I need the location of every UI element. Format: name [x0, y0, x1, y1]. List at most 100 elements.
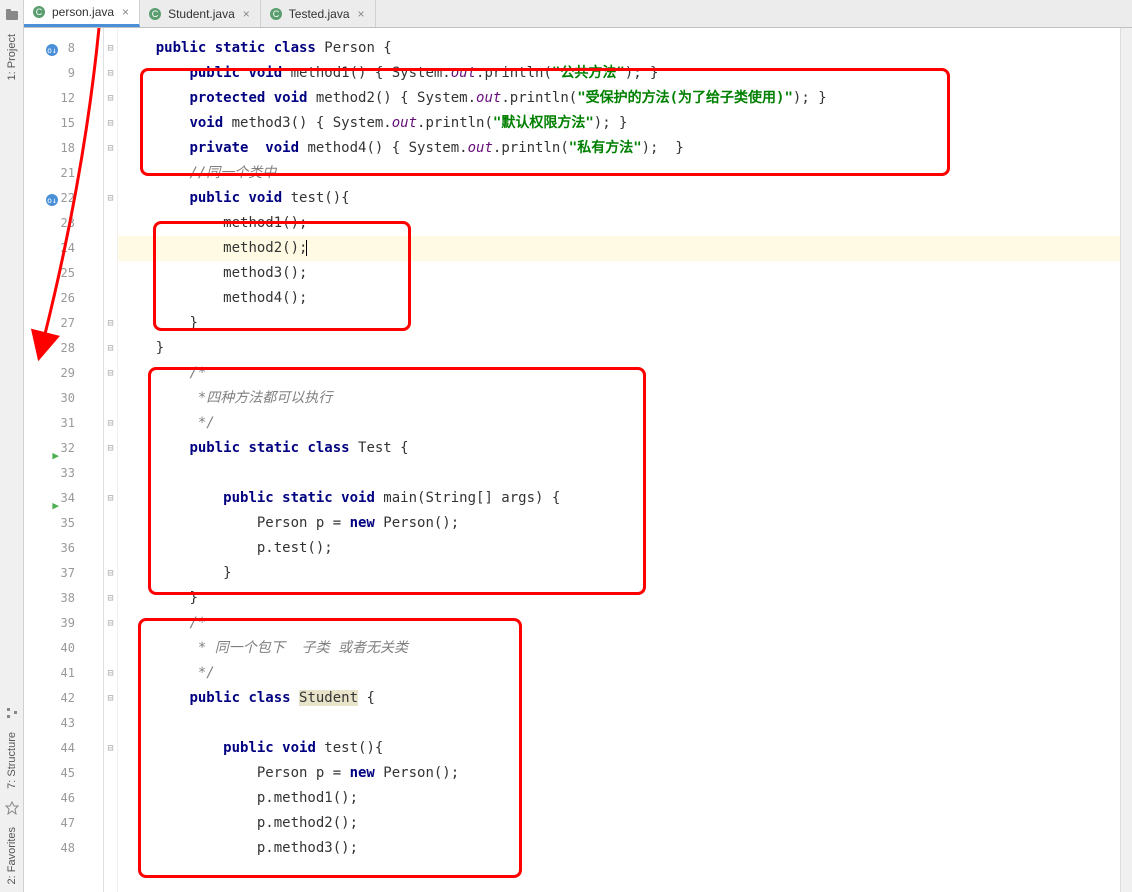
line-number: 15: [24, 111, 103, 136]
tab-label: person.java: [52, 5, 114, 19]
line-number-gutter: 8o↓ 9 12 15 18 21 22o↓ 23 24 25 26 27 28…: [24, 28, 104, 892]
fold-marker[interactable]: ⊟: [104, 36, 117, 61]
fold-column: ⊟ ⊟ ⊟ ⊟ ⊟ ⊟ ⊟ ⊟ ⊟ ⊟ ⊟ ⊟ ⊟ ⊟ ⊟ ⊟ ⊟ ⊟: [104, 28, 118, 892]
code-line: public void test(){: [118, 736, 1120, 761]
editor-tabs: C person.java × C Student.java × C Teste…: [24, 0, 1132, 28]
code-line: [118, 711, 1120, 736]
close-icon[interactable]: ×: [356, 7, 367, 21]
fold-marker[interactable]: ⊟: [104, 111, 117, 136]
override-icon[interactable]: o↓: [45, 191, 59, 205]
fold-marker[interactable]: ⊟: [104, 411, 117, 436]
fold-marker[interactable]: ⊟: [104, 86, 117, 111]
text-cursor: [306, 240, 307, 256]
svg-text:o↓: o↓: [47, 196, 57, 205]
svg-text:C: C: [36, 7, 43, 17]
close-icon[interactable]: ×: [120, 5, 131, 19]
line-number: 22o↓: [24, 186, 103, 211]
tab-tested[interactable]: C Tested.java ×: [261, 0, 376, 27]
tab-person[interactable]: C person.java ×: [24, 0, 140, 27]
line-number: 8o↓: [24, 36, 103, 61]
line-number: 18: [24, 136, 103, 161]
code-line: }: [118, 336, 1120, 361]
line-number: 29: [24, 361, 103, 386]
svg-text:o↓: o↓: [47, 46, 57, 55]
code-line: p.method2();: [118, 811, 1120, 836]
svg-text:C: C: [273, 9, 280, 19]
code-line: public void method1() { System.out.print…: [118, 61, 1120, 86]
fold-marker[interactable]: ⊟: [104, 186, 117, 211]
code-line-current: method2();: [118, 236, 1120, 261]
fold-marker[interactable]: ⊟: [104, 586, 117, 611]
code-line: void method3() { System.out.println("默认权…: [118, 111, 1120, 136]
code-line: private void method4() { System.out.prin…: [118, 136, 1120, 161]
fold-marker[interactable]: ⊟: [104, 61, 117, 86]
vertical-scrollbar[interactable]: [1120, 28, 1132, 892]
code-line: p.method1();: [118, 786, 1120, 811]
code-line: public static class Test {: [118, 436, 1120, 461]
favorites-tool-icon: [5, 801, 19, 815]
code-line: /*: [118, 361, 1120, 386]
line-number: 40: [24, 636, 103, 661]
fold-marker[interactable]: ⊟: [104, 361, 117, 386]
code-line: }: [118, 586, 1120, 611]
line-number: 24: [24, 236, 103, 261]
fold-marker[interactable]: ⊟: [104, 336, 117, 361]
fold-marker[interactable]: ⊟: [104, 661, 117, 686]
code-line: method1();: [118, 211, 1120, 236]
fold-marker[interactable]: ⊟: [104, 611, 117, 636]
code-line: */: [118, 661, 1120, 686]
structure-tool-icon: [5, 706, 19, 720]
fold-marker[interactable]: ⊟: [104, 736, 117, 761]
line-number: 25: [24, 261, 103, 286]
code-line: */: [118, 411, 1120, 436]
override-icon[interactable]: o↓: [45, 41, 59, 55]
line-number: 31: [24, 411, 103, 436]
fold-marker[interactable]: ⊟: [104, 311, 117, 336]
line-number: 48: [24, 836, 103, 861]
favorites-tool[interactable]: 2: Favorites: [6, 819, 18, 892]
fold-marker[interactable]: ⊟: [104, 436, 117, 461]
tab-label: Tested.java: [289, 7, 350, 21]
line-number: 28: [24, 336, 103, 361]
fold-marker[interactable]: ⊟: [104, 686, 117, 711]
line-number: 46: [24, 786, 103, 811]
main-area: C person.java × C Student.java × C Teste…: [24, 0, 1132, 892]
line-number: 23: [24, 211, 103, 236]
code-line: p.test();: [118, 536, 1120, 561]
line-number: 21: [24, 161, 103, 186]
line-number: 35: [24, 511, 103, 536]
line-number: 39: [24, 611, 103, 636]
line-number: 36: [24, 536, 103, 561]
line-number: 41: [24, 661, 103, 686]
code-line: public void test(){: [118, 186, 1120, 211]
line-number: 38: [24, 586, 103, 611]
line-number: 26: [24, 286, 103, 311]
code-line: public static void main(String[] args) {: [118, 486, 1120, 511]
line-number: 12: [24, 86, 103, 111]
editor[interactable]: 8o↓ 9 12 15 18 21 22o↓ 23 24 25 26 27 28…: [24, 28, 1132, 892]
fold-marker[interactable]: ⊟: [104, 486, 117, 511]
fold-marker[interactable]: ⊟: [104, 136, 117, 161]
close-icon[interactable]: ×: [241, 7, 252, 21]
java-class-icon: C: [32, 5, 46, 19]
code-line: Person p = new Person();: [118, 511, 1120, 536]
code-line: * 同一个包下 子类 或者无关类: [118, 636, 1120, 661]
code-line: method3();: [118, 261, 1120, 286]
line-number: 45: [24, 761, 103, 786]
code-area[interactable]: public static class Person { public void…: [118, 28, 1120, 892]
code-line: }: [118, 311, 1120, 336]
line-number: 42: [24, 686, 103, 711]
line-number: 37: [24, 561, 103, 586]
project-tool[interactable]: 1: Project: [6, 26, 18, 88]
line-number: 33: [24, 461, 103, 486]
code-line: method4();: [118, 286, 1120, 311]
code-line: //同一个类中: [118, 161, 1120, 186]
fold-marker[interactable]: ⊟: [104, 561, 117, 586]
line-number: 27: [24, 311, 103, 336]
code-line: public class Student {: [118, 686, 1120, 711]
structure-tool[interactable]: 7: Structure: [6, 724, 18, 797]
tab-student[interactable]: C Student.java ×: [140, 0, 261, 27]
tab-label: Student.java: [168, 7, 235, 21]
left-tool-strip: 1: Project 7: Structure 2: Favorites: [0, 0, 24, 892]
java-class-icon: C: [148, 7, 162, 21]
